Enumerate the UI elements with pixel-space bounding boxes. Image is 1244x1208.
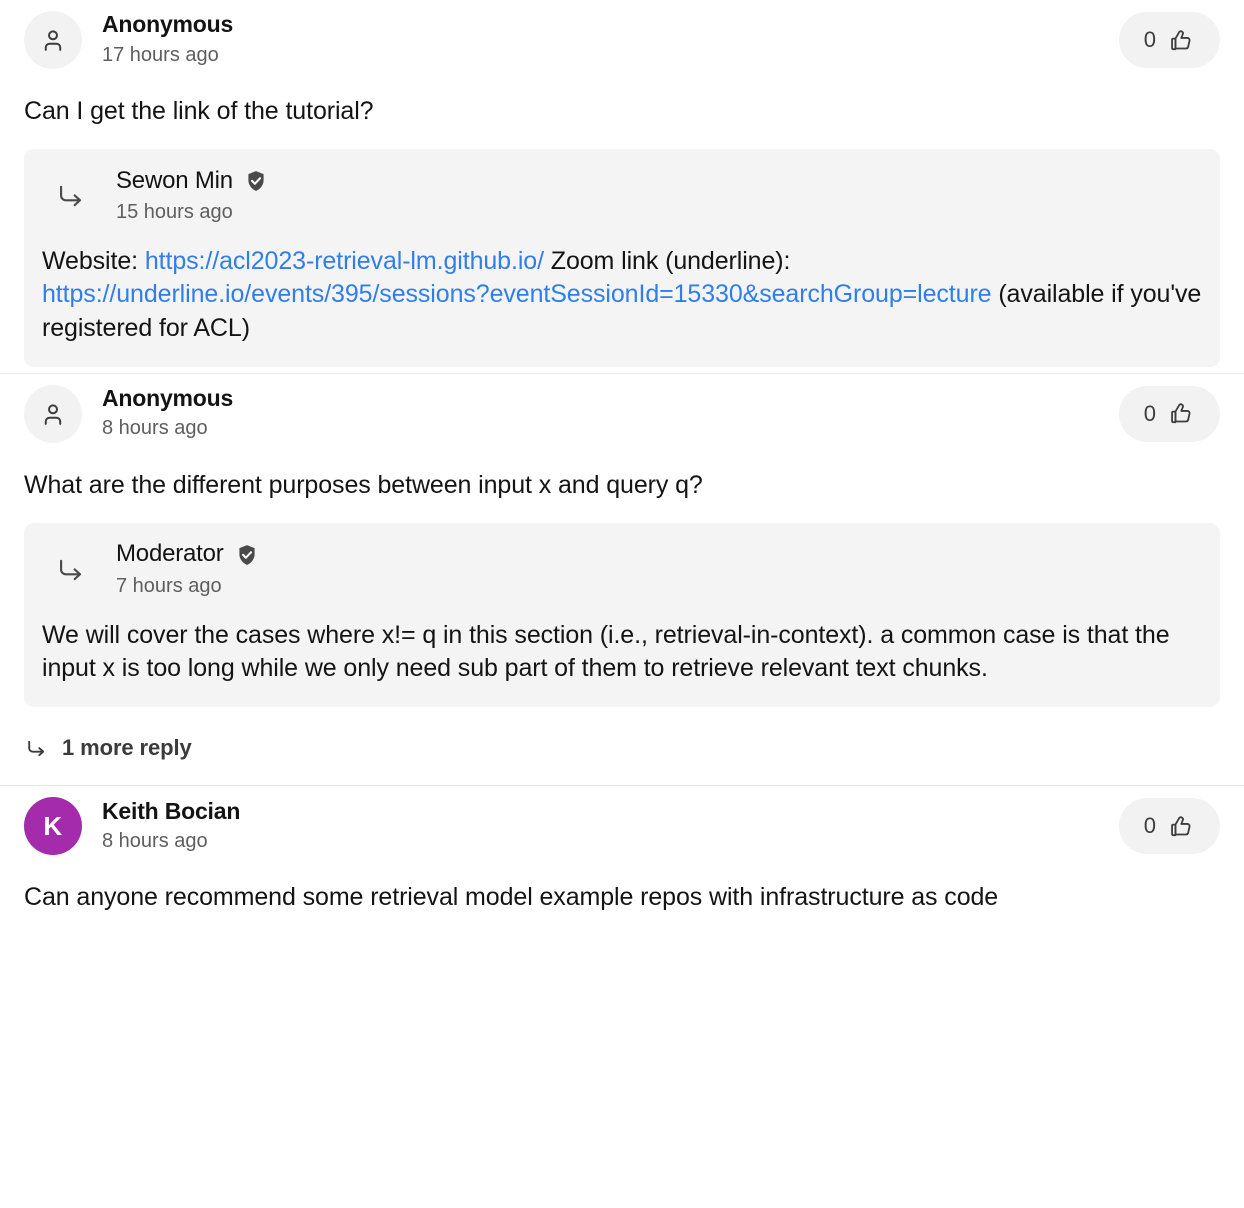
like-count: 0 xyxy=(1143,813,1156,839)
thumbs-up-icon xyxy=(1168,27,1195,54)
like-count: 0 xyxy=(1143,27,1156,52)
reply-body: Website: https://acl2023-retrieval-lm.gi… xyxy=(42,227,1202,345)
avatar[interactable] xyxy=(24,384,82,443)
reply-author-name: Sewon Min xyxy=(116,166,233,194)
reply-author-name: Moderator xyxy=(116,540,224,568)
author-name: Anonymous xyxy=(102,11,234,38)
avatar-initial: K xyxy=(43,810,63,841)
verified-shield-icon xyxy=(244,169,268,193)
thumbs-up-icon xyxy=(1168,400,1195,427)
like-button[interactable]: 0 xyxy=(1118,385,1220,442)
anonymous-person-icon xyxy=(39,400,67,428)
zoom-link[interactable]: https://underline.io/events/395/sessions… xyxy=(42,280,992,308)
anonymous-person-icon xyxy=(39,26,67,54)
reply-header: Moderator 7 hours ago xyxy=(42,539,1202,601)
like-button[interactable]: 0 xyxy=(1118,12,1220,68)
more-replies-button[interactable]: 1 more reply xyxy=(24,713,1220,785)
avatar[interactable] xyxy=(24,11,82,69)
author-block: Anonymous 8 hours ago xyxy=(102,385,233,442)
comment-item: K Keith Bocian 8 hours ago 0 Can anyone … xyxy=(0,785,1244,913)
more-replies-label: 1 more reply xyxy=(62,735,192,761)
timestamp: 8 hours ago xyxy=(102,417,208,440)
comment-feed: Anonymous 17 hours ago 0 Can I get the l… xyxy=(0,0,1244,913)
reply-name-row: Sewon Min xyxy=(116,167,268,196)
author-block: Keith Bocian 8 hours ago xyxy=(102,798,240,855)
timestamp: 17 hours ago xyxy=(102,43,219,66)
author-name: Keith Bocian xyxy=(102,797,241,824)
reply-arrow-icon xyxy=(24,736,49,761)
reply-timestamp: 7 hours ago xyxy=(116,575,222,598)
reply-text-middle: Zoom link (underline): xyxy=(543,247,791,275)
reply-arrow-icon xyxy=(42,553,100,587)
comment-item: Anonymous 8 hours ago 0 What are the dif… xyxy=(0,372,1244,786)
like-count: 0 xyxy=(1143,400,1156,426)
reply-author-block: Moderator 7 hours ago xyxy=(116,540,259,599)
website-link[interactable]: https://acl2023-retrieval-lm.github.io/ xyxy=(145,247,544,275)
verified-shield-icon xyxy=(235,543,259,567)
timestamp: 8 hours ago xyxy=(102,829,208,852)
author-name: Anonymous xyxy=(102,385,234,412)
reply-arrow-icon xyxy=(42,179,100,213)
reply-body: We will cover the cases where x!= q in t… xyxy=(42,620,1170,682)
comment-header: K Keith Bocian 8 hours ago 0 xyxy=(24,786,1220,857)
reply-name-row: Moderator xyxy=(116,540,259,569)
author-block: Anonymous 17 hours ago xyxy=(102,11,233,68)
comment-body: Can I get the link of the tutorial? xyxy=(24,97,374,125)
comment-item: Anonymous 17 hours ago 0 Can I get the l… xyxy=(0,0,1244,367)
comment-body: What are the different purposes between … xyxy=(24,470,703,499)
like-button[interactable]: 0 xyxy=(1118,798,1220,855)
reply-card: Moderator 7 hours ago We will cover the … xyxy=(24,522,1220,708)
avatar[interactable]: K xyxy=(24,797,82,856)
comment-body: Can anyone recommend some retrieval mode… xyxy=(24,883,999,912)
reply-card: Sewon Min 15 hours ago Website: https://… xyxy=(24,149,1220,367)
thumbs-up-icon xyxy=(1168,813,1195,840)
reply-header: Sewon Min 15 hours ago xyxy=(42,165,1202,227)
comment-header: Anonymous 8 hours ago 0 xyxy=(24,374,1220,445)
reply-timestamp: 15 hours ago xyxy=(116,201,233,224)
comment-header: Anonymous 17 hours ago 0 xyxy=(24,0,1220,71)
reply-author-block: Sewon Min 15 hours ago xyxy=(116,167,268,226)
reply-text-prefix: Website: xyxy=(42,247,145,275)
